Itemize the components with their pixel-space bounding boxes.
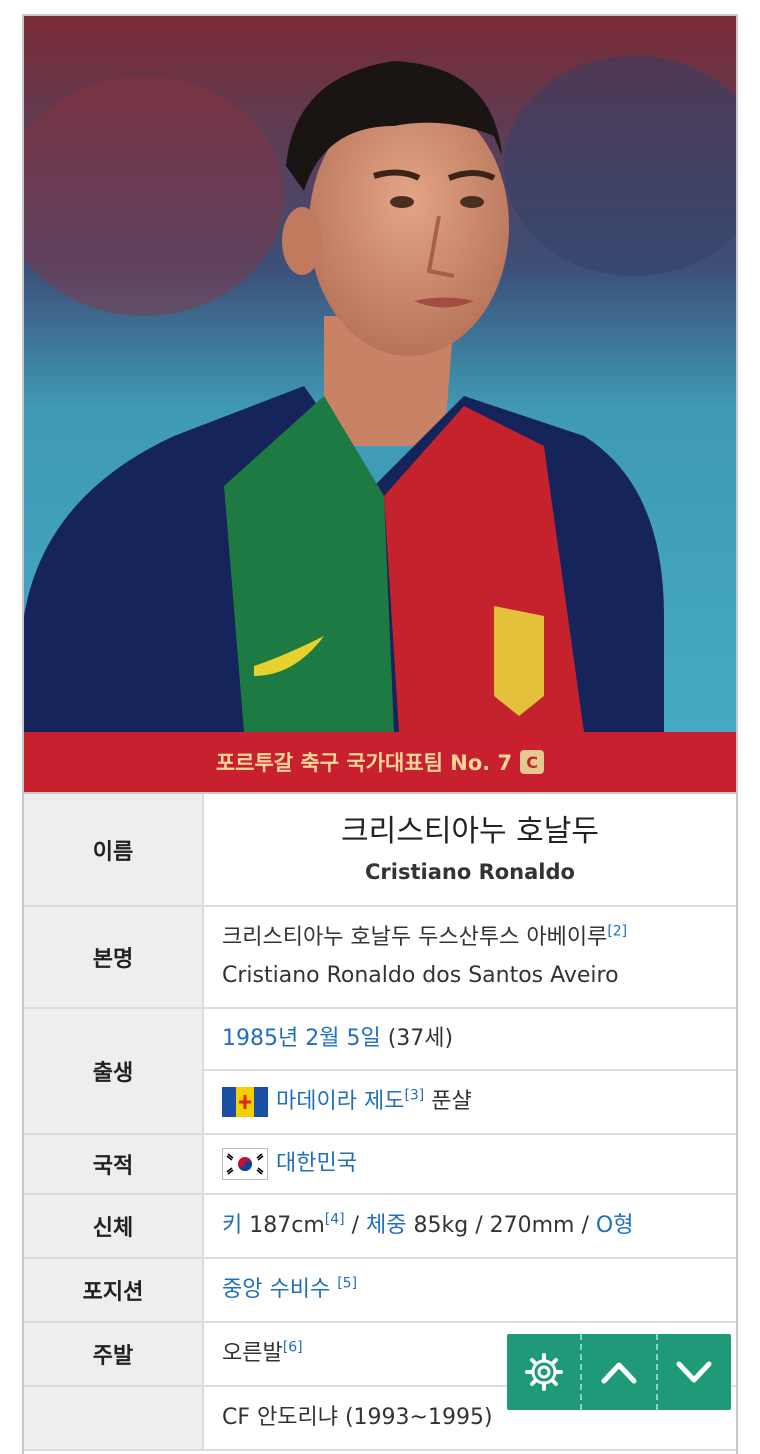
ref-link[interactable]: [3] [404,1088,424,1104]
birth-place-link[interactable]: 마데이라 제도 [276,1089,404,1114]
row-name: 이름 크리스티아누 호날두 Cristiano Ronaldo [24,794,736,907]
ref-link[interactable]: [5] [337,1276,357,1292]
chevron-down-icon [676,1361,712,1383]
header-nationality: 국적 [24,1134,204,1195]
weight-value: 85kg [413,1213,469,1238]
ref-link[interactable]: [2] [607,924,627,940]
header-fullname: 본명 [24,906,204,1009]
english-name: Cristiano Ronaldo [365,859,575,884]
korea-flag-icon [222,1148,268,1180]
birth-city: 푼샬 [431,1089,472,1114]
value-body: 키 187cm[4] / 체중 85kg / 270mm / O형 [203,1194,736,1259]
chevron-up-icon [601,1362,637,1384]
header-name: 이름 [24,794,204,907]
shoe-size: / 270mm / [468,1213,596,1238]
youth-club: CF 안도리냐 (1993~1995) [222,1405,493,1430]
value-birth-date: 1985년 2월 5일 (37세) [203,1008,736,1071]
height-value: 187cm [249,1213,325,1238]
ref-link[interactable]: [6] [283,1340,303,1356]
fullname-korean: 크리스티아누 호날두 두스산투스 아베이루 [222,925,608,950]
scroll-up-button[interactable] [580,1334,655,1410]
captain-badge: C [520,750,545,774]
row-fullname: 본명 크리스티아누 호날두 두스산투스 아베이루[2] Cristiano Ro… [24,906,736,1009]
separator: / [344,1213,367,1238]
row-body: 신체 키 187cm[4] / 체중 85kg / 270mm / O형 [24,1194,736,1259]
ref-link[interactable]: [4] [325,1212,345,1228]
floating-toolbar [507,1334,731,1410]
value-name: 크리스티아누 호날두 Cristiano Ronaldo [203,794,736,907]
player-photo [24,16,736,732]
preferred-foot: 오른발 [222,1341,283,1366]
age: (37세) [387,1026,454,1051]
row-nationality: 국적 대한민국 [24,1134,736,1195]
value-nationality: 대한민국 [203,1134,736,1195]
height-link[interactable]: 키 [222,1213,242,1238]
header-position: 포지션 [24,1258,204,1323]
blood-type-link[interactable]: O형 [596,1213,634,1238]
gear-icon [524,1353,563,1391]
scroll-down-button[interactable] [655,1334,731,1410]
value-birth-place: 마데이라 제도[3] 푼샬 [203,1070,736,1135]
player-infobox: 포르투갈 축구 국가대표팀 No. 7 C 이름 크리스티아누 호날두 Cris… [22,14,738,1454]
weight-link[interactable]: 체중 [366,1213,406,1238]
korean-name: 크리스티아누 호날두 [341,813,599,849]
header-foot: 주발 [24,1322,204,1387]
team-number-label: 포르투갈 축구 국가대표팀 No. 7 [215,751,513,775]
team-banner: 포르투갈 축구 국가대표팀 No. 7 C [24,732,736,794]
header-youth [24,1386,204,1451]
madeira-flag-icon [222,1087,268,1117]
nationality-link[interactable]: 대한민국 [276,1151,357,1176]
value-position: 중앙 수비수 [5] [203,1258,736,1323]
fullname-english: Cristiano Ronaldo dos Santos Aveiro [222,963,619,988]
header-body: 신체 [24,1194,204,1259]
settings-button[interactable] [507,1334,580,1410]
row-birth-date: 출생 1985년 2월 5일 (37세) [24,1008,736,1135]
birth-date-link[interactable]: 1985년 2월 5일 [222,1026,381,1051]
position-link[interactable]: 중앙 수비수 [222,1277,330,1302]
value-fullname: 크리스티아누 호날두 두스산투스 아베이루[2] Cristiano Ronal… [203,906,736,1009]
row-position: 포지션 중앙 수비수 [5] [24,1258,736,1323]
header-birth: 출생 [24,1008,204,1135]
